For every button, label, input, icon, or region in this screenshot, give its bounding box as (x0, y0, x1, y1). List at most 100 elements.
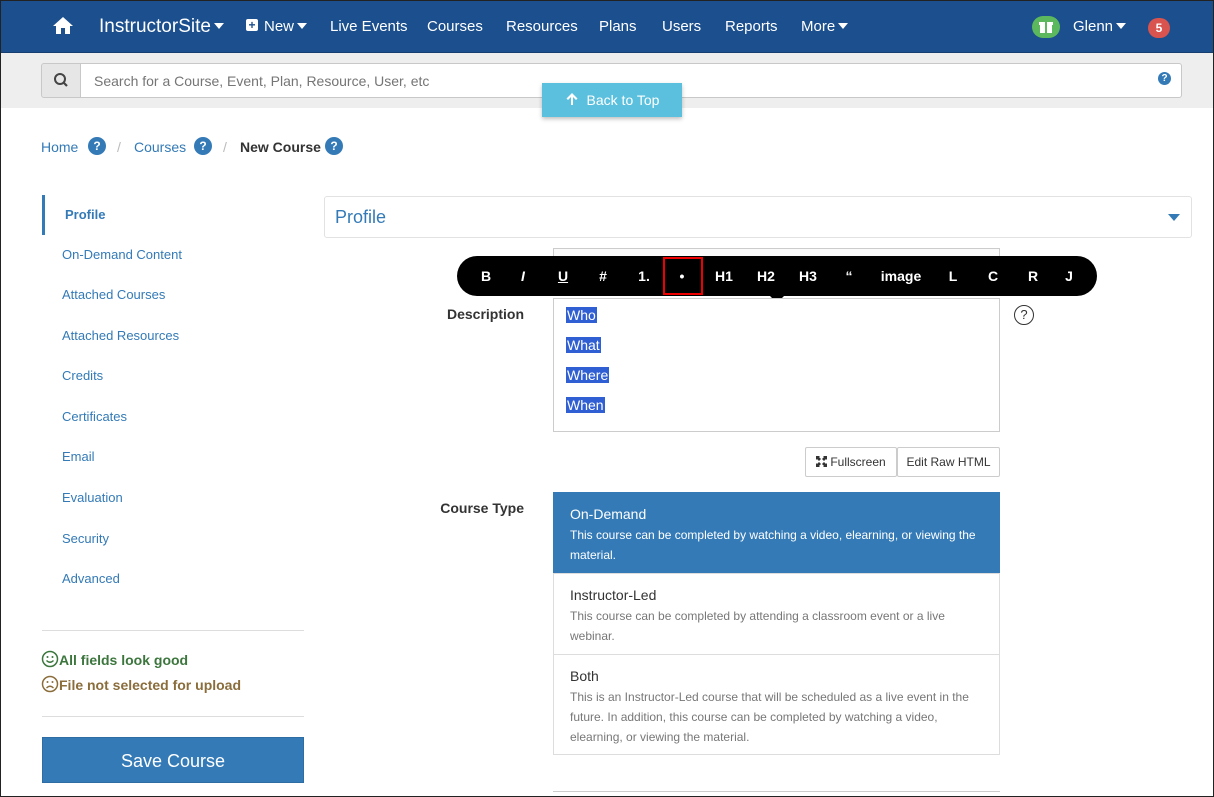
option-description: This is an Instructor-Led course that wi… (570, 690, 969, 744)
status-good-text: All fields look good (59, 652, 189, 668)
sidebar-item-attached-resources[interactable]: Attached Resources (42, 316, 304, 356)
description-line: Where (566, 365, 610, 385)
description-help-icon[interactable]: ? (1014, 305, 1034, 325)
chevron-down-icon (1116, 23, 1127, 30)
quote-button[interactable]: “ (840, 256, 858, 296)
search-icon (54, 73, 68, 87)
frown-icon (41, 676, 59, 693)
sidebar-item-security[interactable]: Security (42, 519, 304, 559)
nav-plans[interactable]: Plans (599, 1, 637, 53)
course-type-on-demand[interactable]: On-Demand This course can be completed b… (553, 492, 1000, 574)
arrow-up-icon (566, 93, 578, 106)
sidebar-item-certificates[interactable]: Certificates (42, 397, 304, 437)
description-label: Description (446, 306, 524, 322)
user-name: Glenn (1073, 18, 1114, 35)
align-left-button[interactable]: L (944, 256, 962, 296)
search-button[interactable] (41, 63, 81, 98)
chevron-down-icon (297, 23, 308, 30)
nav-live-events[interactable]: Live Events (330, 1, 408, 53)
new-menu[interactable]: + New (246, 1, 308, 53)
fullscreen-button[interactable]: Fullscreen (805, 447, 897, 477)
selected-text: When (566, 397, 605, 413)
back-to-top-label: Back to Top (586, 92, 660, 108)
description-line: When (566, 395, 605, 415)
help-icon[interactable]: ? (325, 137, 343, 155)
align-center-button[interactable]: C (984, 256, 1002, 296)
status-bad-text: File not selected for upload (59, 677, 242, 693)
home-icon[interactable] (52, 1, 74, 53)
new-label: New (264, 18, 295, 35)
option-title: Instructor-Led (570, 587, 657, 603)
chevron-down-icon (213, 22, 224, 29)
help-icon[interactable]: ? (194, 137, 212, 155)
breadcrumb-separator: / (117, 139, 121, 155)
sidebar-item-attached-courses[interactable]: Attached Courses (42, 275, 304, 315)
back-to-top-button[interactable]: Back to Top (542, 83, 682, 117)
align-right-button[interactable]: R (1024, 256, 1042, 296)
bold-button[interactable]: B (477, 256, 495, 296)
sidebar-item-on-demand-content[interactable]: On-Demand Content (42, 235, 304, 275)
sidebar-item-profile[interactable]: Profile (42, 195, 304, 235)
profile-panel-header[interactable]: Profile (324, 196, 1192, 238)
brand-label: InstructorSite (99, 16, 211, 37)
image-button[interactable]: image (877, 256, 925, 296)
edit-raw-html-button[interactable]: Edit Raw HTML (897, 447, 1000, 477)
breadcrumb-courses[interactable]: Courses (134, 139, 186, 155)
more-label: More (801, 18, 836, 35)
save-course-button[interactable]: Save Course (42, 737, 304, 783)
option-description: This course can be completed by watching… (570, 528, 976, 562)
sidebar-item-evaluation[interactable]: Evaluation (42, 478, 304, 518)
selected-text: Who (566, 307, 597, 323)
description-line: Who (566, 305, 597, 325)
chevron-down-icon (1168, 214, 1180, 221)
top-navbar: InstructorSite + New Live Events Courses … (1, 1, 1213, 53)
notification-badge[interactable]: 5 (1148, 18, 1170, 38)
nav-reports[interactable]: Reports (725, 1, 778, 53)
sidebar-item-email[interactable]: Email (42, 437, 304, 477)
brand-menu[interactable]: InstructorSite (99, 1, 224, 53)
fullscreen-label: Fullscreen (830, 455, 886, 469)
breadcrumb-separator: / (223, 139, 227, 155)
panel-title: Profile (335, 207, 387, 227)
status-good: All fields look good (41, 651, 189, 670)
hashtag-button[interactable]: # (594, 256, 612, 296)
nav-courses[interactable]: Courses (427, 1, 483, 53)
description-line: What (566, 335, 601, 355)
breadcrumb-current: New Course (240, 139, 321, 155)
description-editor[interactable]: Who What Where When (553, 298, 1000, 432)
nav-users[interactable]: Users (662, 1, 701, 53)
expand-icon (816, 456, 828, 468)
numbered-list-button[interactable]: 1. (632, 256, 656, 296)
highlight-annotation (663, 257, 703, 295)
breadcrumb-home[interactable]: Home (41, 139, 78, 155)
justify-button[interactable]: J (1060, 256, 1078, 296)
status-bad: File not selected for upload (41, 676, 242, 695)
more-menu[interactable]: More (801, 1, 849, 53)
course-type-instructor-led[interactable]: Instructor-Led This course can be comple… (553, 573, 1000, 655)
divider (42, 716, 304, 717)
divider (42, 630, 304, 631)
nav-resources[interactable]: Resources (506, 1, 578, 53)
course-type-both[interactable]: Both This is an Instructor-Led course th… (553, 654, 1000, 755)
chevron-down-icon (838, 23, 849, 30)
next-field-edge (553, 791, 1000, 792)
gift-icon[interactable] (1032, 16, 1060, 38)
option-title: Both (570, 668, 599, 684)
h1-button[interactable]: H1 (711, 256, 737, 296)
option-title: On-Demand (570, 506, 647, 522)
h3-button[interactable]: H3 (795, 256, 821, 296)
option-description: This course can be completed by attendin… (570, 609, 945, 643)
user-menu[interactable]: Glenn (1073, 1, 1127, 53)
editor-toolbar: B I U # 1. • H1 H2 H3 “ image L C R J (457, 256, 1097, 296)
italic-button[interactable]: I (515, 256, 531, 296)
plus-icon: + (246, 19, 258, 32)
underline-button[interactable]: U (554, 256, 572, 296)
search-help-icon[interactable]: ? (1158, 72, 1171, 85)
help-icon[interactable]: ? (88, 137, 106, 155)
selected-text: What (566, 337, 601, 353)
h2-button[interactable]: H2 (753, 256, 779, 296)
course-type-label: Course Type (440, 500, 524, 516)
selected-text: Where (566, 367, 610, 383)
sidebar-item-credits[interactable]: Credits (42, 356, 304, 396)
sidebar-item-advanced[interactable]: Advanced (42, 559, 304, 599)
